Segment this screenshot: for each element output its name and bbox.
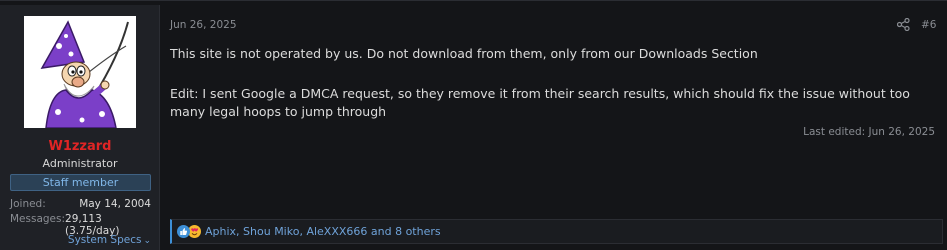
wizard-avatar-image xyxy=(24,16,136,128)
username[interactable]: W1zzard xyxy=(0,139,160,154)
stat-joined: Joined: May 14, 2004 xyxy=(10,198,151,210)
reactors-list[interactable]: Aphix, Shou Miko, AleXXX666 and 8 others xyxy=(205,225,441,238)
like-icon xyxy=(177,225,190,238)
chevron-down-icon: ⌄ xyxy=(143,236,151,246)
reactions-bar: Aphix, Shou Miko, AleXXX666 and 8 others xyxy=(170,219,943,244)
user-info-panel: W1zzard Administrator Staff member Joine… xyxy=(0,5,160,250)
staff-banner: Staff member xyxy=(10,174,151,191)
post-number[interactable]: #6 xyxy=(921,19,936,31)
last-edited: Last edited: Jun 26, 2025 xyxy=(803,126,935,138)
user-title: Administrator xyxy=(42,157,118,170)
message-paragraph: Edit: I sent Google a DMCA request, so t… xyxy=(170,86,910,119)
system-specs-label: System Specs xyxy=(67,234,142,246)
post-content: Jun 26, 2025 #6 This site is not operate… xyxy=(161,5,947,250)
stat-label: Joined: xyxy=(10,198,46,210)
forum-post: W1zzard Administrator Staff member Joine… xyxy=(0,0,947,250)
message-paragraph: This site is not operated by us. Do not … xyxy=(170,46,758,61)
stat-value: May 14, 2004 xyxy=(79,198,151,210)
share-icon[interactable] xyxy=(897,18,910,31)
system-specs-toggle[interactable]: System Specs ⌄ xyxy=(0,234,151,246)
post-date[interactable]: Jun 26, 2025 xyxy=(170,19,237,31)
user-avatar[interactable] xyxy=(24,16,136,128)
